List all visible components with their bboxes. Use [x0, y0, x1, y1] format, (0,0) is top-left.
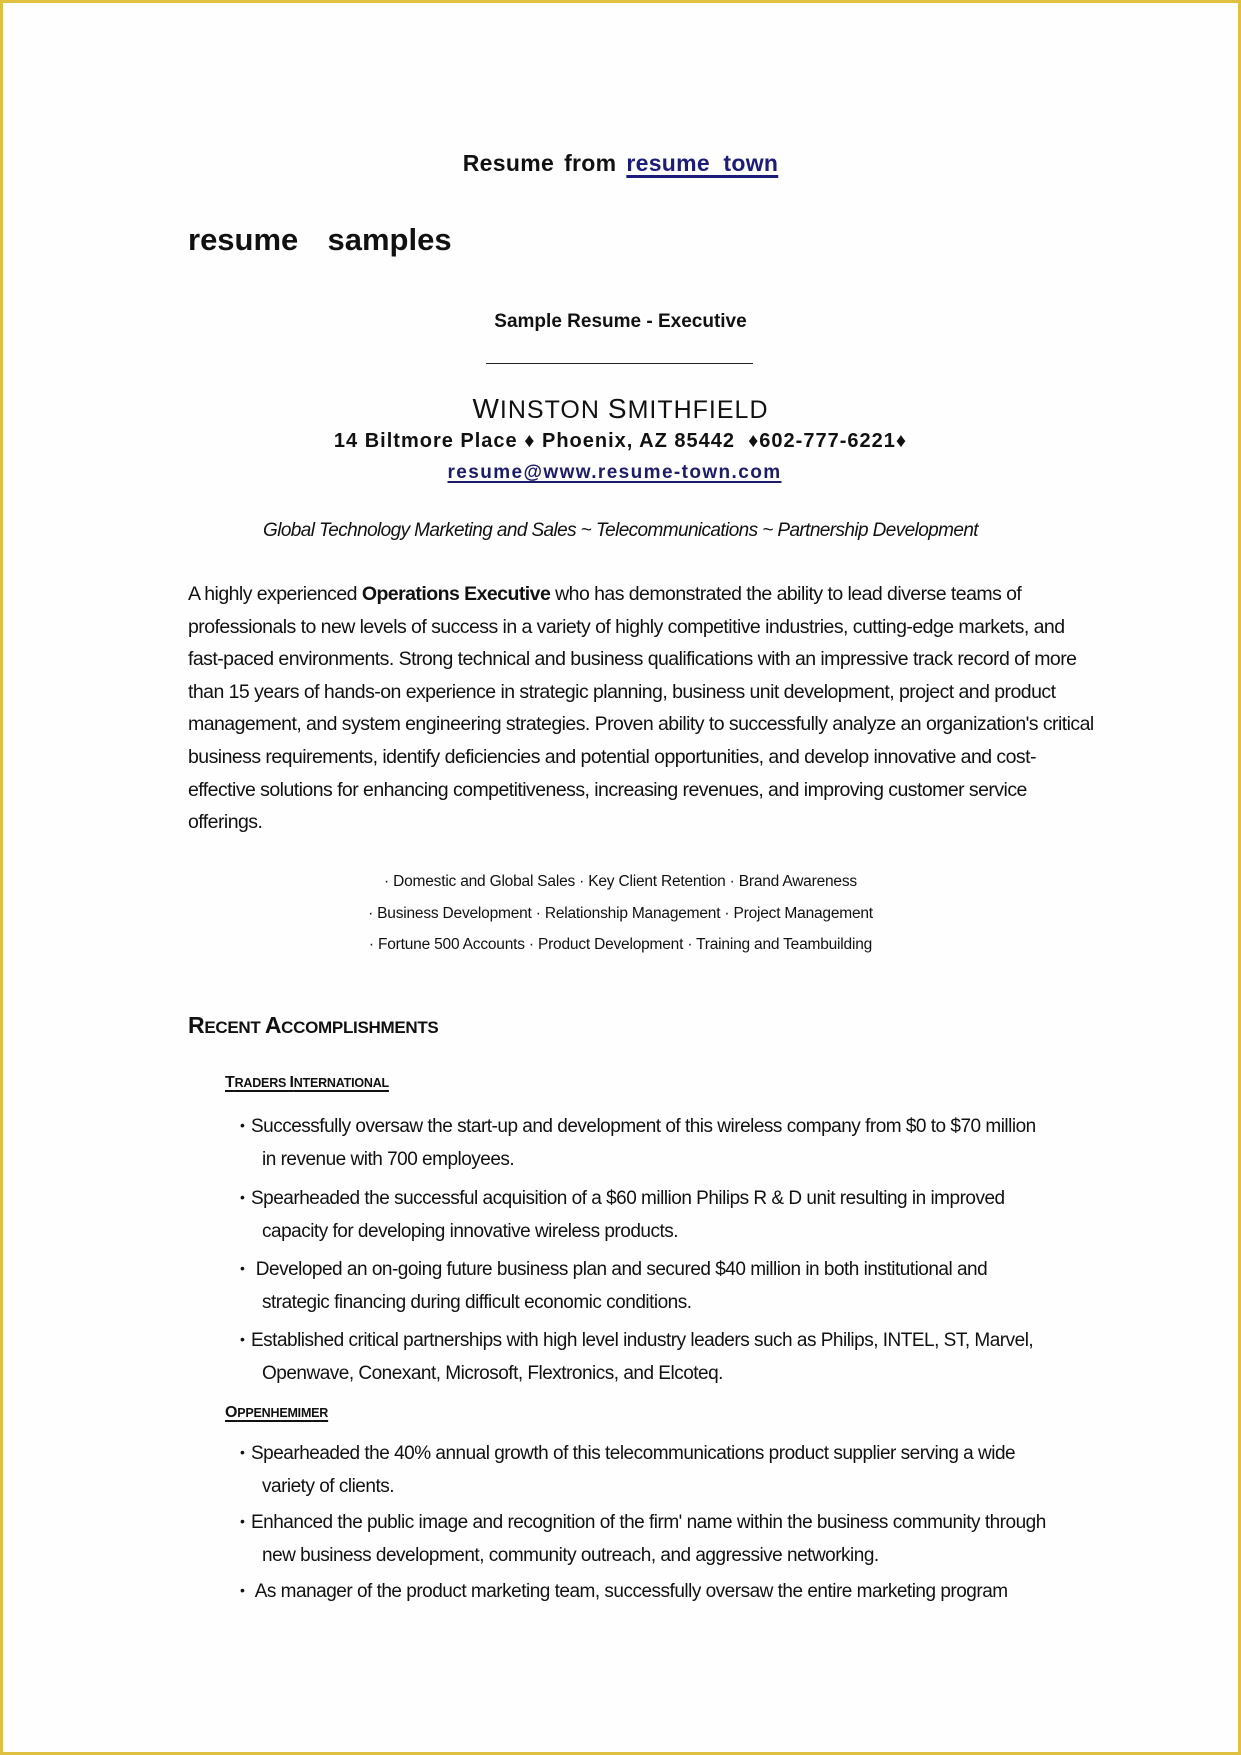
divider-rule: [486, 363, 753, 364]
skills-line: · Domestic and Global Sales · Key Client…: [384, 873, 857, 890]
company-heading: OPPENHEMIMER: [225, 1404, 328, 1422]
company-cap: O: [225, 1404, 238, 1421]
company-heading: TRADERS INTERNATIONAL: [225, 1074, 389, 1092]
bullet-continuation: variety of clients.: [262, 1475, 395, 1497]
header-from: from: [564, 150, 617, 176]
summary-text: A highly experienced: [188, 583, 362, 605]
company-cap: T: [225, 1074, 235, 1091]
summary-paragraph: A highly experienced Operations Executiv…: [188, 578, 1098, 839]
skills-line: · Fortune 500 Accounts · Product Develop…: [368, 936, 873, 953]
candidate-name: WINSTON SMITHFIELD: [0, 393, 1241, 425]
sample-title: Sample Resume - Executive: [494, 311, 747, 332]
name-initial: W: [472, 393, 500, 424]
bullet-continuation: capacity for developing innovative wirel…: [262, 1220, 679, 1242]
bullet-continuation: strategic financing during difficult eco…: [262, 1291, 692, 1313]
bullet-text: Spearheaded the 40% annual growth of thi…: [251, 1443, 1016, 1464]
accomplishment-bullet: • Successfully oversaw the start-up and d…: [240, 1109, 1053, 1176]
summary-bold-title: Operations Executive: [361, 583, 551, 605]
bullet-text: Spearheaded the successful acquisition o…: [251, 1188, 1005, 1209]
page-title: resume samples: [188, 222, 452, 257]
tagline: Global Technology Marketing and Sales ~ …: [263, 520, 979, 541]
company-smallcaps: RADERS: [234, 1076, 290, 1090]
accomplishment-bullet: • Enhanced the public image and recogniti…: [240, 1505, 1053, 1572]
header-prefix: Resume: [462, 150, 555, 176]
title-smallcaps: CCOMPLISHMENTS: [281, 1018, 439, 1037]
resume-town-link[interactable]: resume town: [626, 150, 778, 176]
document-header: Resume from resume town: [0, 150, 1241, 177]
name-first: INSTON: [499, 396, 600, 424]
accomplishment-bullet: • Spearheaded the 40% annual growth of th…: [240, 1436, 1053, 1503]
contact-email: resume@www.resume-town.com: [0, 462, 1241, 484]
bullet-icon: •: [240, 1331, 245, 1347]
bullet-text: As manager of the product marketing team…: [251, 1581, 1008, 1602]
bullet-icon: •: [240, 1444, 245, 1460]
email-link[interactable]: resume@www.resume-town.com: [447, 462, 793, 483]
accomplishment-bullet: • As manager of the product marketing te…: [240, 1574, 1053, 1609]
name-initial: S: [607, 393, 628, 424]
contact-address: 14 Biltmore Place ♦ Phoenix, AZ 85442 ♦6…: [333, 430, 908, 452]
bullet-icon: •: [240, 1260, 245, 1276]
bullet-icon: •: [240, 1582, 245, 1598]
title-cap: R: [188, 1012, 205, 1038]
bullet-text: Established critical partnerships with h…: [251, 1330, 1034, 1351]
title-smallcaps: ECENT: [204, 1018, 265, 1037]
company-smallcaps: PPENHEMIMER: [237, 1406, 329, 1420]
accomplishment-bullet: • Spearheaded the successful acquisition …: [240, 1181, 1053, 1248]
section-title-recent-accomplishments: RECENT ACCOMPLISHMENTS: [188, 1012, 439, 1039]
bullet-text: Successfully oversaw the start-up and de…: [251, 1116, 1036, 1137]
bullet-continuation: new business development, community outr…: [262, 1544, 879, 1566]
accomplishment-bullet: • Developed an on-going future business …: [240, 1252, 1053, 1319]
accomplishment-bullet: • Established critical partnerships with …: [240, 1323, 1053, 1390]
name-last: MITHFIELD: [627, 396, 769, 424]
bullet-icon: •: [240, 1189, 245, 1205]
bullet-icon: •: [240, 1513, 245, 1529]
company-smallcaps: NTERNATIONAL: [293, 1076, 389, 1090]
bullet-text: Enhanced the public image and recognitio…: [251, 1512, 1046, 1533]
summary-text: who has demonstrated the ability to lead…: [188, 583, 1094, 834]
bullet-continuation: Openwave, Conexant, Microsoft, Flextroni…: [262, 1362, 723, 1384]
bullet-icon: •: [240, 1117, 245, 1133]
title-cap: A: [264, 1012, 282, 1038]
skills-line: · Business Development · Relationship Ma…: [368, 905, 873, 922]
bullet-text: Developed an on-going future business pl…: [251, 1259, 988, 1280]
bullet-continuation: in revenue with 700 employees.: [262, 1148, 515, 1170]
